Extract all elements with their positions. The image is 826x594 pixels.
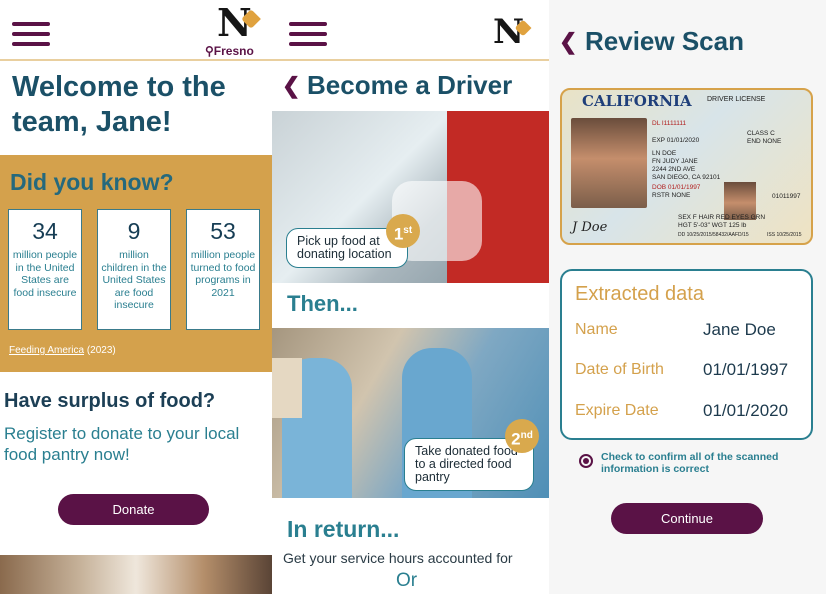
field-value-dob: 01/01/1997: [703, 360, 789, 379]
register-text: Register to donate to your local food pa…: [4, 424, 240, 464]
stat-value: 34: [32, 218, 58, 244]
license-dl: DL I1111111: [652, 120, 687, 127]
continue-button[interactable]: Continue: [611, 503, 763, 534]
menu-icon[interactable]: [12, 22, 50, 46]
back-chevron-icon[interactable]: ❮: [282, 73, 300, 99]
stat-card: 9 million children in the United States …: [97, 209, 171, 330]
confirm-label: Check to confirm all of the scanned info…: [601, 451, 779, 475]
donate-button[interactable]: Donate: [58, 494, 209, 525]
license-iss: ISS 10/25/2015: [767, 232, 802, 238]
pickup-photo: Pick up food at donating location 1st: [272, 111, 549, 283]
location-pin-icon: ⚲: [205, 44, 214, 58]
stat-text: million people turned to food programs i…: [190, 249, 256, 299]
stat-value: 53: [210, 218, 236, 244]
license-type: DRIVER LICENSE: [707, 96, 766, 103]
license-number: 01011997: [772, 193, 801, 200]
location-label: ⚲Fresno: [205, 44, 254, 58]
stat-value: 9: [127, 218, 141, 244]
license-fn: FN JUDY JANE: [652, 158, 698, 165]
header-divider: [0, 59, 272, 61]
or-text: Or: [396, 570, 418, 591]
license-addr2: SAN DIEGO, CA 92101: [652, 174, 721, 181]
page-title: Become a Driver: [307, 70, 513, 100]
license-ln: LN DOE: [652, 150, 677, 157]
back-chevron-icon[interactable]: ❮: [559, 29, 577, 55]
service-hours-text: Get your service hours accounted for: [283, 550, 513, 566]
in-return-heading: In return...: [287, 516, 400, 542]
stat-card: 53 million people turned to food program…: [186, 209, 260, 330]
license-exp: EXP 01/01/2020: [652, 137, 700, 144]
then-heading: Then...: [287, 291, 358, 316]
license-dd: DD 10/25/2015/58432/AAFD/15: [678, 232, 749, 238]
stat-text: million children in the United States ar…: [101, 249, 167, 311]
field-value-expire: 01/01/2020: [703, 401, 789, 420]
source-link[interactable]: Feeding America: [9, 345, 84, 356]
license-state: CALIFORNIA: [582, 92, 692, 110]
license-end: END NONE: [747, 138, 782, 145]
become-driver-screen: N ❮ Become a Driver Pick up food at dona…: [272, 0, 549, 594]
facts-panel: Did you know? 34 million people in the U…: [0, 155, 272, 372]
license-hgt: HGT 5'-03" WGT 125 lb: [678, 222, 747, 229]
extracted-title: Extracted data: [575, 283, 704, 305]
review-scan-screen: ❮ Review Scan CALIFORNIA DRIVER LICENSE …: [549, 0, 826, 594]
field-label-expire: Expire Date: [575, 402, 659, 419]
pantry-photo: Take donated food to a directed food pan…: [272, 328, 549, 498]
surplus-heading: Have surplus of food?: [4, 390, 216, 412]
header-divider: [272, 59, 549, 61]
scanned-license: CALIFORNIA DRIVER LICENSE DL I1111111 EX…: [560, 88, 813, 245]
license-addr1: 2244 2ND AVE: [652, 166, 696, 173]
extracted-data-card: Extracted data Name Jane Doe Date of Bir…: [560, 269, 813, 440]
page-title: Review Scan: [585, 26, 744, 56]
field-label-name: Name: [575, 321, 618, 338]
menu-icon[interactable]: [289, 22, 327, 46]
step1-badge: 1st: [386, 214, 420, 248]
step2-badge: 2nd: [505, 419, 539, 453]
stat-card: 34 million people in the United States a…: [8, 209, 82, 330]
source-citation: Feeding America (2023): [9, 345, 116, 356]
home-screen: N ⚲Fresno Welcome to the team, Jane! Did…: [0, 0, 272, 594]
food-photo: [0, 555, 272, 594]
license-class: CLASS C: [747, 130, 775, 137]
license-sex: SEX F HAIR RED EYES GRN: [678, 214, 766, 221]
welcome-heading: Welcome to the team, Jane!: [12, 71, 226, 138]
license-photo: [571, 118, 647, 208]
license-rstr: RSTR NONE: [652, 192, 691, 199]
confirm-radio-icon[interactable]: [579, 454, 593, 468]
license-signature: J Doe: [572, 220, 608, 235]
did-you-know-heading: Did you know?: [10, 169, 174, 195]
box: [272, 358, 302, 418]
license-dob: DOB 01/01/1997: [652, 184, 701, 191]
field-value-name: Jane Doe: [703, 320, 776, 339]
field-label-dob: Date of Birth: [575, 361, 664, 378]
stat-text: million people in the United States are …: [12, 249, 78, 299]
